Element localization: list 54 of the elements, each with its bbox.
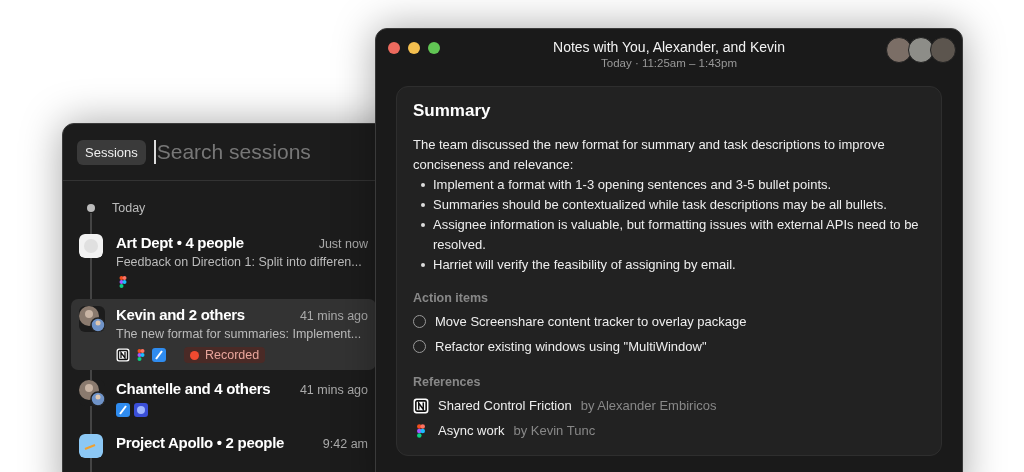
bullet-icon bbox=[421, 183, 425, 187]
app-tile-icon bbox=[79, 434, 103, 458]
notion-logo-icon bbox=[413, 397, 429, 414]
summary-heading: Summary bbox=[413, 101, 492, 121]
task-text: Move Screenshare content tracker to overlay package bbox=[435, 313, 747, 331]
minimize-button[interactable] bbox=[408, 42, 420, 54]
session-time: 41 mins ago bbox=[299, 383, 368, 397]
slash-app-icon bbox=[152, 348, 166, 362]
summary-text: The team discussed the new format for summary and task descriptions to improve conciseness and relevance: bbox=[413, 136, 886, 174]
sessions-tab[interactable]: Sessions bbox=[77, 139, 146, 165]
window-subtitle: Today · 11:25am – 1:43pm bbox=[601, 56, 737, 69]
participant-avatar bbox=[930, 37, 956, 63]
bullet-icon bbox=[421, 203, 425, 207]
session-title: Project Apollo • 2 people bbox=[116, 434, 285, 451]
reference-author: by Alexander Embiricos bbox=[580, 397, 717, 415]
recorded-badge: Recorded bbox=[184, 347, 266, 363]
people-avatars-icon bbox=[79, 380, 105, 406]
session-title: Chantelle and 4 others bbox=[116, 380, 271, 397]
session-title: Kevin and 2 others bbox=[116, 306, 245, 323]
timeline-dot bbox=[87, 204, 95, 212]
session-item[interactable]: Chantelle and 4 others 41 mins ago bbox=[71, 373, 376, 424]
bullet-text: Summaries should be contextualized while task descriptions may be all bullets. bbox=[433, 196, 887, 214]
orb-app-icon bbox=[134, 403, 148, 417]
people-avatars-icon bbox=[79, 306, 105, 332]
task-text: Refactor existing windows using "MultiWindow" bbox=[435, 338, 707, 356]
session-time: 9:42 am bbox=[322, 437, 368, 451]
participant-avatar bbox=[908, 37, 934, 63]
bullet-text: Assignee information is valuable, but formatting issues with external APIs need to be resolved. bbox=[433, 216, 920, 254]
notion-logo-icon bbox=[116, 348, 130, 362]
session-time: Just now bbox=[318, 237, 368, 251]
close-button[interactable] bbox=[388, 42, 400, 54]
session-item[interactable]: Art Dept • 4 people Just now Feedback on Direction 1: Split into differen... bbox=[71, 227, 376, 296]
bullet-text: Implement a format with 1-3 opening sentences and 3-5 bullet points. bbox=[433, 176, 832, 194]
window-title: Notes with You, Alexander, and Kevin bbox=[553, 38, 785, 55]
session-time: 41 mins ago bbox=[299, 309, 368, 323]
section-heading: Action items bbox=[413, 291, 489, 305]
group-heading: Today bbox=[112, 201, 146, 215]
bullet-text: Harriet will verify the feasibility of assigning by email. bbox=[433, 256, 736, 274]
session-preview: Feedback on Direction 1: Split into differen... bbox=[116, 255, 363, 269]
reference-link[interactable]: Shared Control Friction bbox=[438, 393, 572, 418]
session-preview: The new format for summaries: Implement... bbox=[116, 327, 363, 341]
reference-link[interactable]: Async work bbox=[438, 418, 505, 443]
session-item[interactable]: Kevin and 2 others 41 mins ago The new format for summaries: Implement... Recorded bbox=[71, 299, 376, 370]
search-field[interactable]: Search sessions bbox=[156, 140, 327, 164]
participant-avatar bbox=[886, 37, 912, 63]
maximize-button[interactable] bbox=[428, 42, 440, 54]
session-title: Art Dept • 4 people bbox=[116, 234, 244, 251]
slash-app-icon bbox=[116, 403, 130, 417]
app-tile-icon bbox=[79, 234, 103, 258]
reference-author: by Kevin Tunc bbox=[513, 422, 596, 440]
bullet-icon bbox=[421, 263, 425, 267]
bullet-icon bbox=[421, 223, 425, 227]
section-heading: References bbox=[413, 375, 482, 389]
session-item[interactable]: Project Apollo • 2 people 9:42 am bbox=[71, 427, 376, 465]
